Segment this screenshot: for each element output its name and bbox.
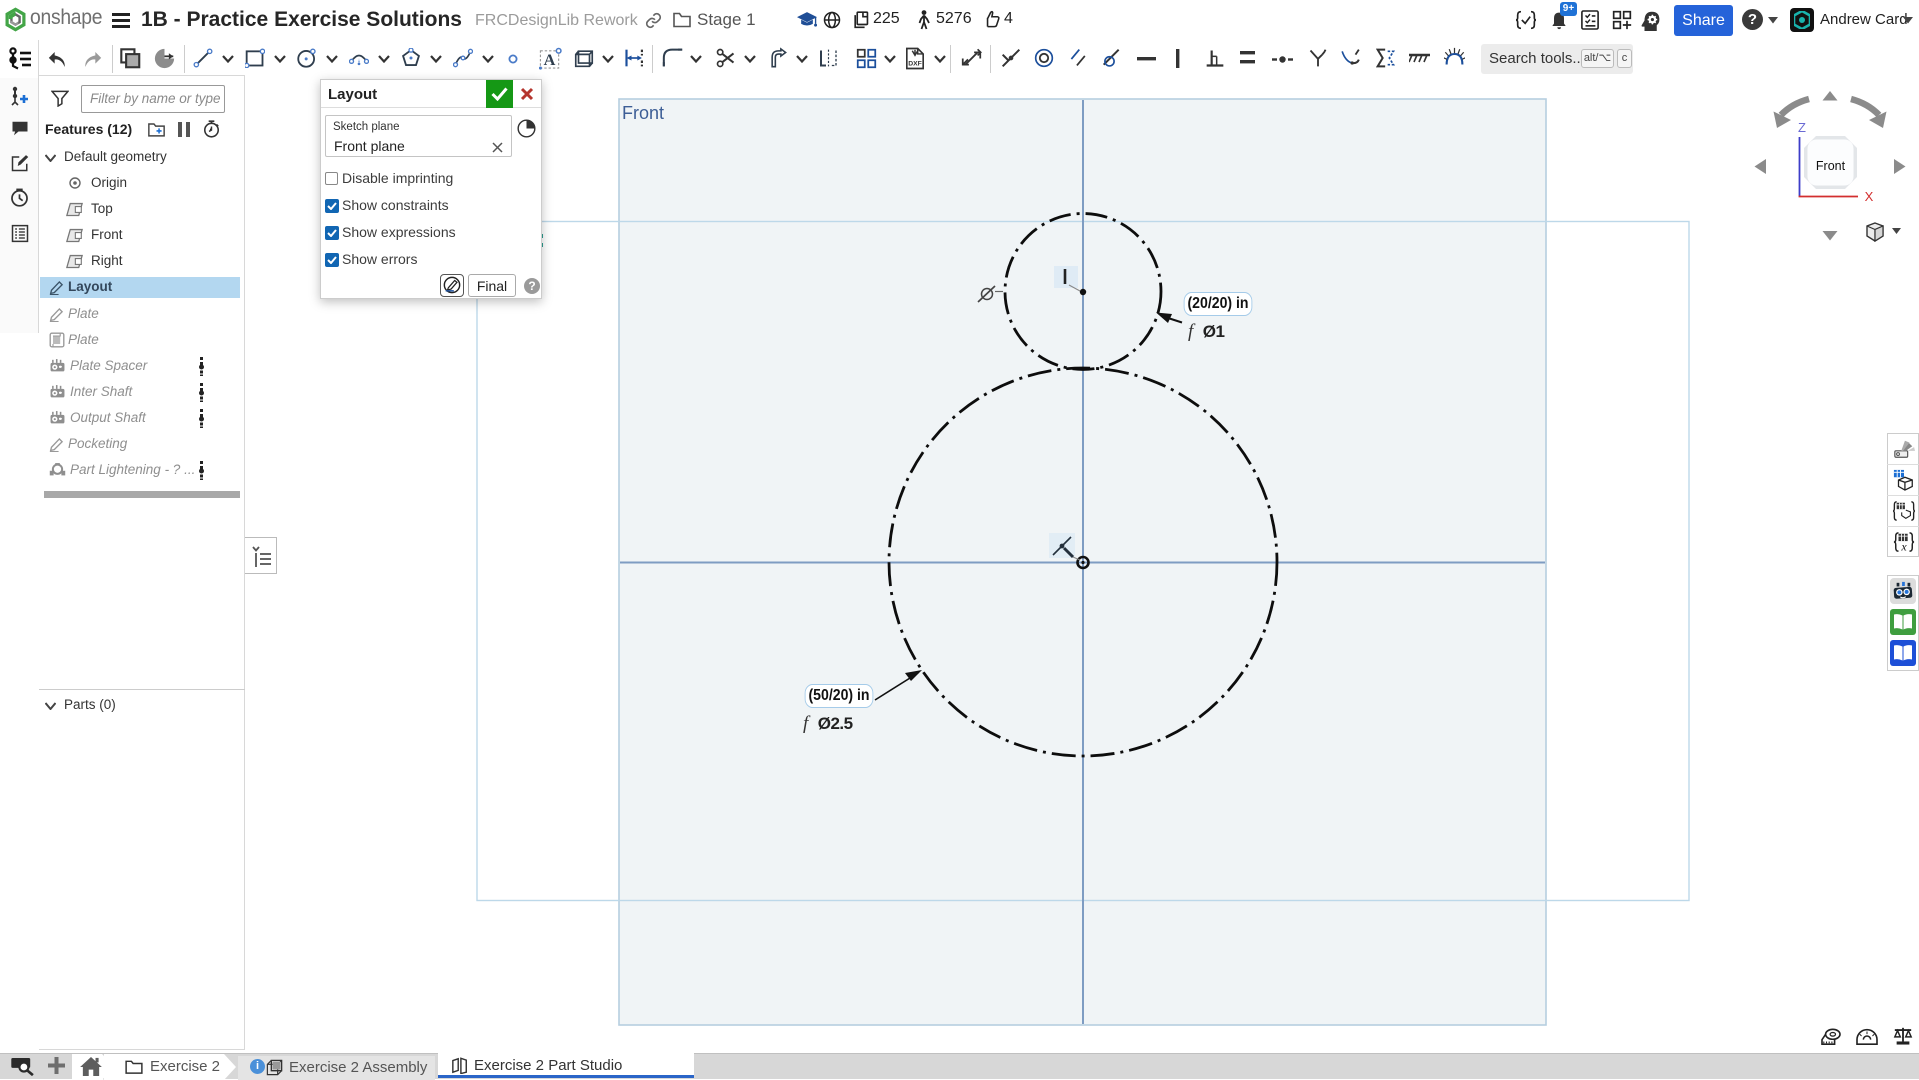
svg-text:DXF: DXF bbox=[908, 60, 922, 67]
svg-text:Front: Front bbox=[1816, 159, 1846, 173]
svg-text:x: x bbox=[1900, 539, 1907, 553]
svg-text:Z: Z bbox=[1798, 120, 1806, 135]
svg-text:A: A bbox=[544, 50, 556, 69]
svg-text:X: X bbox=[1865, 189, 1874, 204]
